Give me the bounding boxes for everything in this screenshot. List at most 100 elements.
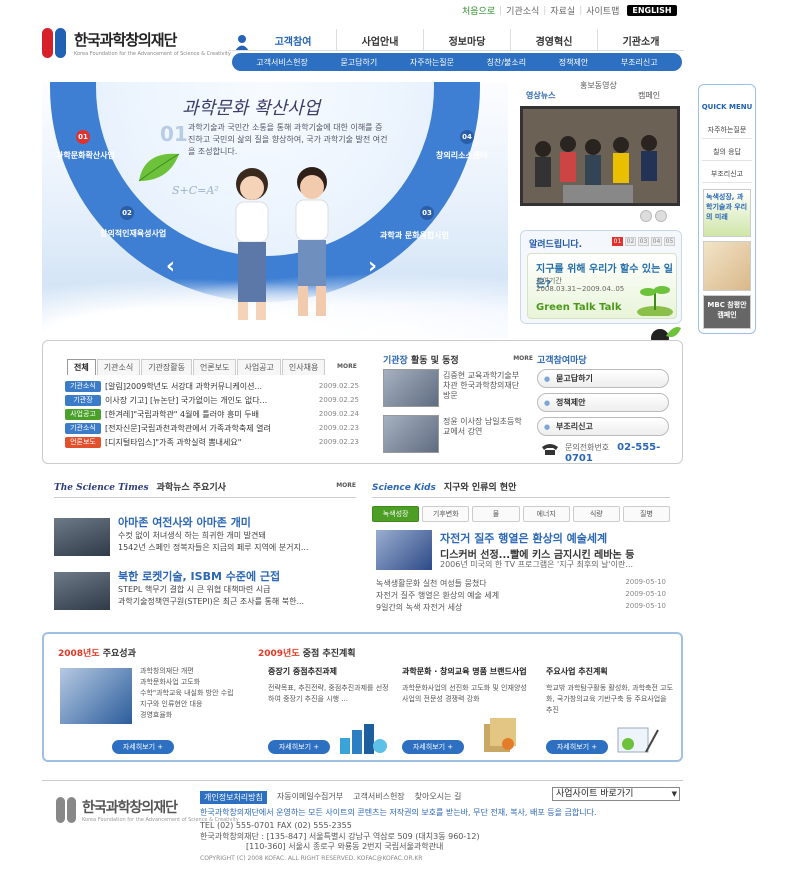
notice-page[interactable]: 03	[638, 237, 649, 246]
more-button[interactable]: 자세히보기 +	[268, 740, 330, 754]
subnav-item[interactable]: 정책제안	[559, 57, 588, 68]
hero-item-number[interactable]: 04	[460, 130, 474, 144]
board-row-title[interactable]: 이사장 기고] [뉴논단] 국가없이는 개인도 없다...	[105, 395, 315, 406]
science-article[interactable]: 북한 로켓기술, ISBM 수준에 근접 STEPL 핵무기 결합 시 큰 위협…	[54, 568, 356, 614]
earth-list-item[interactable]: 자전거 질주 행열은 환상의 예술 세계 2009-05-10	[376, 590, 666, 601]
board-tab[interactable]: 언론보도	[193, 359, 237, 375]
earth-list-item[interactable]: 9일간의 녹색 자전거 세상 2009-05-10	[376, 602, 666, 613]
subnav-item[interactable]: 고객서비스헌장	[256, 57, 308, 68]
ceo-thumbnail[interactable]	[383, 369, 439, 407]
subnav-item[interactable]: 칭찬/불소리	[487, 57, 527, 68]
board-row[interactable]: 언론보도 [디지털타임스]"가족 과학실력 뽐내세요" 2009.02.23	[65, 435, 359, 449]
board-more-link[interactable]: MORE	[337, 363, 357, 370]
notice-page[interactable]: 04	[651, 237, 662, 246]
earth-tab[interactable]: 물	[472, 506, 520, 522]
earth-thumbnail[interactable]	[376, 530, 432, 570]
board-row[interactable]: 사업공고 [한겨레]"국립과학관" 4월에 틀러야 흥미 두배 2009.02.24	[65, 407, 359, 421]
earth-tab[interactable]: 식량	[572, 506, 620, 522]
stop-icon[interactable]	[640, 210, 652, 222]
board-row[interactable]: 기관소식 [알림]2009학년도 서강대 과학커뮤니케이션... 2009.02.2…	[65, 379, 359, 393]
board-row[interactable]: 기관소식 [전자신문]국립과천과학관에서 가족과학축제 열려 2009.02.23	[65, 421, 359, 435]
earth-list-item[interactable]: 녹색생활문화 실천 여성들 뭉쳤다 2009-05-10	[376, 578, 666, 589]
ceo-item[interactable]: 김중현 교육과학기술부 차관 한국과학창의재단 방문	[443, 371, 529, 401]
quick-banner-green[interactable]: 녹색성장, 과학기술과 우리의 미래	[703, 189, 751, 237]
earth-tab[interactable]: 질병	[622, 506, 671, 522]
hero-prev-button[interactable]: ‹	[166, 254, 175, 279]
board-row-title[interactable]: [디지털타임스]"가족 과학실력 뽐내세요"	[105, 437, 315, 448]
article-title[interactable]: 아마존 여전사와 아마존 개미	[118, 514, 251, 530]
science-article[interactable]: 아마존 여전사와 아마존 개미 수컷 없이 처녀생식 하는 희귀한 개미 발견돼…	[54, 514, 356, 560]
notice-page[interactable]: 01	[612, 237, 623, 246]
notice-page[interactable]: 05	[664, 237, 675, 246]
hero-item-label[interactable]: 과학과 문화융합사업	[380, 230, 449, 241]
sitemap-link[interactable]: 사이트맵	[586, 4, 619, 17]
quick-item[interactable]: 부조리신고	[702, 165, 752, 183]
quick-item[interactable]: 자주하는질문	[702, 121, 752, 139]
quick-item[interactable]: 칠의 응답	[702, 143, 752, 161]
nav-customer[interactable]: 고객참여	[228, 29, 336, 50]
footer-link[interactable]: 고객서비스헌장	[353, 791, 405, 804]
earth-tab[interactable]: 에너지	[522, 506, 570, 522]
subnav-item[interactable]: 자주하는질문	[410, 57, 454, 68]
more-button[interactable]: 자세히보기 +	[402, 740, 464, 754]
board-row-title[interactable]: [한겨레]"국립과학관" 4월에 틀러야 흥미 두배	[105, 409, 315, 420]
home-link[interactable]: 처음으로	[462, 4, 495, 17]
science-times-logo: The Science Times	[54, 483, 149, 493]
intro-link[interactable]: 기관소식	[506, 4, 539, 17]
policy-button[interactable]: 정책제안	[537, 393, 669, 412]
board-row[interactable]: 기관장 이사장 기고] [뉴논단] 국가없이는 개인도 없다... 2009.02.…	[65, 393, 359, 407]
chart-cube-icon	[340, 724, 387, 754]
quick-banner-image[interactable]	[703, 241, 751, 291]
board-row-title[interactable]: [전자신문]국립과천과학관에서 가족과학축제 열려	[105, 423, 315, 434]
article-title[interactable]: 북한 로켓기술, ISBM 수준에 근접	[118, 568, 280, 584]
earth-headline[interactable]: 자전거 질주 행열은 환상의 예술세계	[440, 530, 607, 546]
board-tab[interactable]: 인사채용	[281, 359, 326, 375]
subnav-item[interactable]: 부조리신고	[621, 57, 658, 68]
hero-item-number[interactable]: 01	[76, 130, 90, 144]
nav-business[interactable]: 사업안내	[336, 29, 423, 50]
notice-banner[interactable]: 지구를 위해 우리가 할수 있는 일은? 참여기간 2008.03.31~200…	[527, 253, 677, 319]
hero-item-label[interactable]: 과학문화확산사업	[56, 150, 115, 161]
earth-tab[interactable]: 녹색성장	[372, 506, 420, 522]
media-tab-campaign[interactable]: 캠페인	[638, 90, 660, 101]
media-tab-promo[interactable]: 홍보동영상	[580, 80, 617, 91]
footer-link[interactable]: 찾아오시는 길	[415, 791, 462, 804]
media-tab-news[interactable]: 영상뉴스	[526, 90, 555, 101]
science-more-link[interactable]: MORE	[336, 482, 356, 489]
board-tab[interactable]: 사업공고	[237, 359, 281, 375]
nav-info[interactable]: 정보마당	[423, 29, 510, 50]
ceo-item[interactable]: 정윤 이사장 남일초등학교에서 강연	[443, 417, 529, 437]
ach-col-desc: 과학문화사업의 선진화 고도화 및 인재양성사업의 전문성 경쟁력 강화	[402, 684, 527, 703]
ceo-more-link[interactable]: MORE	[513, 355, 533, 362]
notice-page[interactable]: 02	[625, 237, 636, 246]
hero-item-number[interactable]: 02	[120, 206, 134, 220]
hero-next-button[interactable]: ›	[368, 254, 377, 279]
hero-item-number[interactable]: 03	[420, 206, 434, 220]
nav-about[interactable]: 기관소개	[597, 29, 684, 50]
hero-item-label[interactable]: 창의리소스센터	[436, 150, 488, 161]
play-icon[interactable]	[655, 210, 667, 222]
subnav-item[interactable]: 묻고답하기	[340, 57, 377, 68]
more-button[interactable]: 자세히보기 +	[112, 740, 174, 754]
nav-management[interactable]: 경영혁신	[510, 29, 597, 50]
board-row-date: 2009.02.24	[318, 410, 359, 418]
earth-tab[interactable]: 기후변화	[422, 506, 470, 522]
board-tab[interactable]: 전체	[67, 359, 96, 375]
site-logo[interactable]: 한국과학창의재단 Korea Foundation for the Advanc…	[42, 28, 231, 58]
more-button[interactable]: 자세히보기 +	[546, 740, 608, 754]
video-player[interactable]	[520, 106, 680, 206]
report-button[interactable]: 부조리신고	[537, 417, 669, 436]
quick-banner-mbc[interactable]: MBC 참평안 캠페인	[703, 295, 751, 329]
logo-mark-icon	[42, 28, 68, 58]
qna-button[interactable]: 묻고답하기	[537, 369, 669, 388]
ach-item: 과학창의재단 개편	[140, 667, 194, 675]
footer-link[interactable]: 자동이메일수집거부	[277, 791, 343, 804]
board-row-title[interactable]: [알림]2009학년도 서강대 과학커뮤니케이션...	[105, 381, 315, 392]
data-link[interactable]: 자료실	[550, 4, 575, 17]
ceo-thumbnail[interactable]	[383, 415, 439, 453]
board-tab[interactable]: 기관소식	[96, 359, 141, 375]
board-tab[interactable]: 기관장활동	[141, 359, 192, 375]
english-link[interactable]: ENGLISH	[627, 5, 677, 16]
hero-item-label[interactable]: 창의적인재육성사업	[100, 228, 166, 239]
site-select[interactable]: 사업사이트 바로가기	[552, 787, 680, 801]
